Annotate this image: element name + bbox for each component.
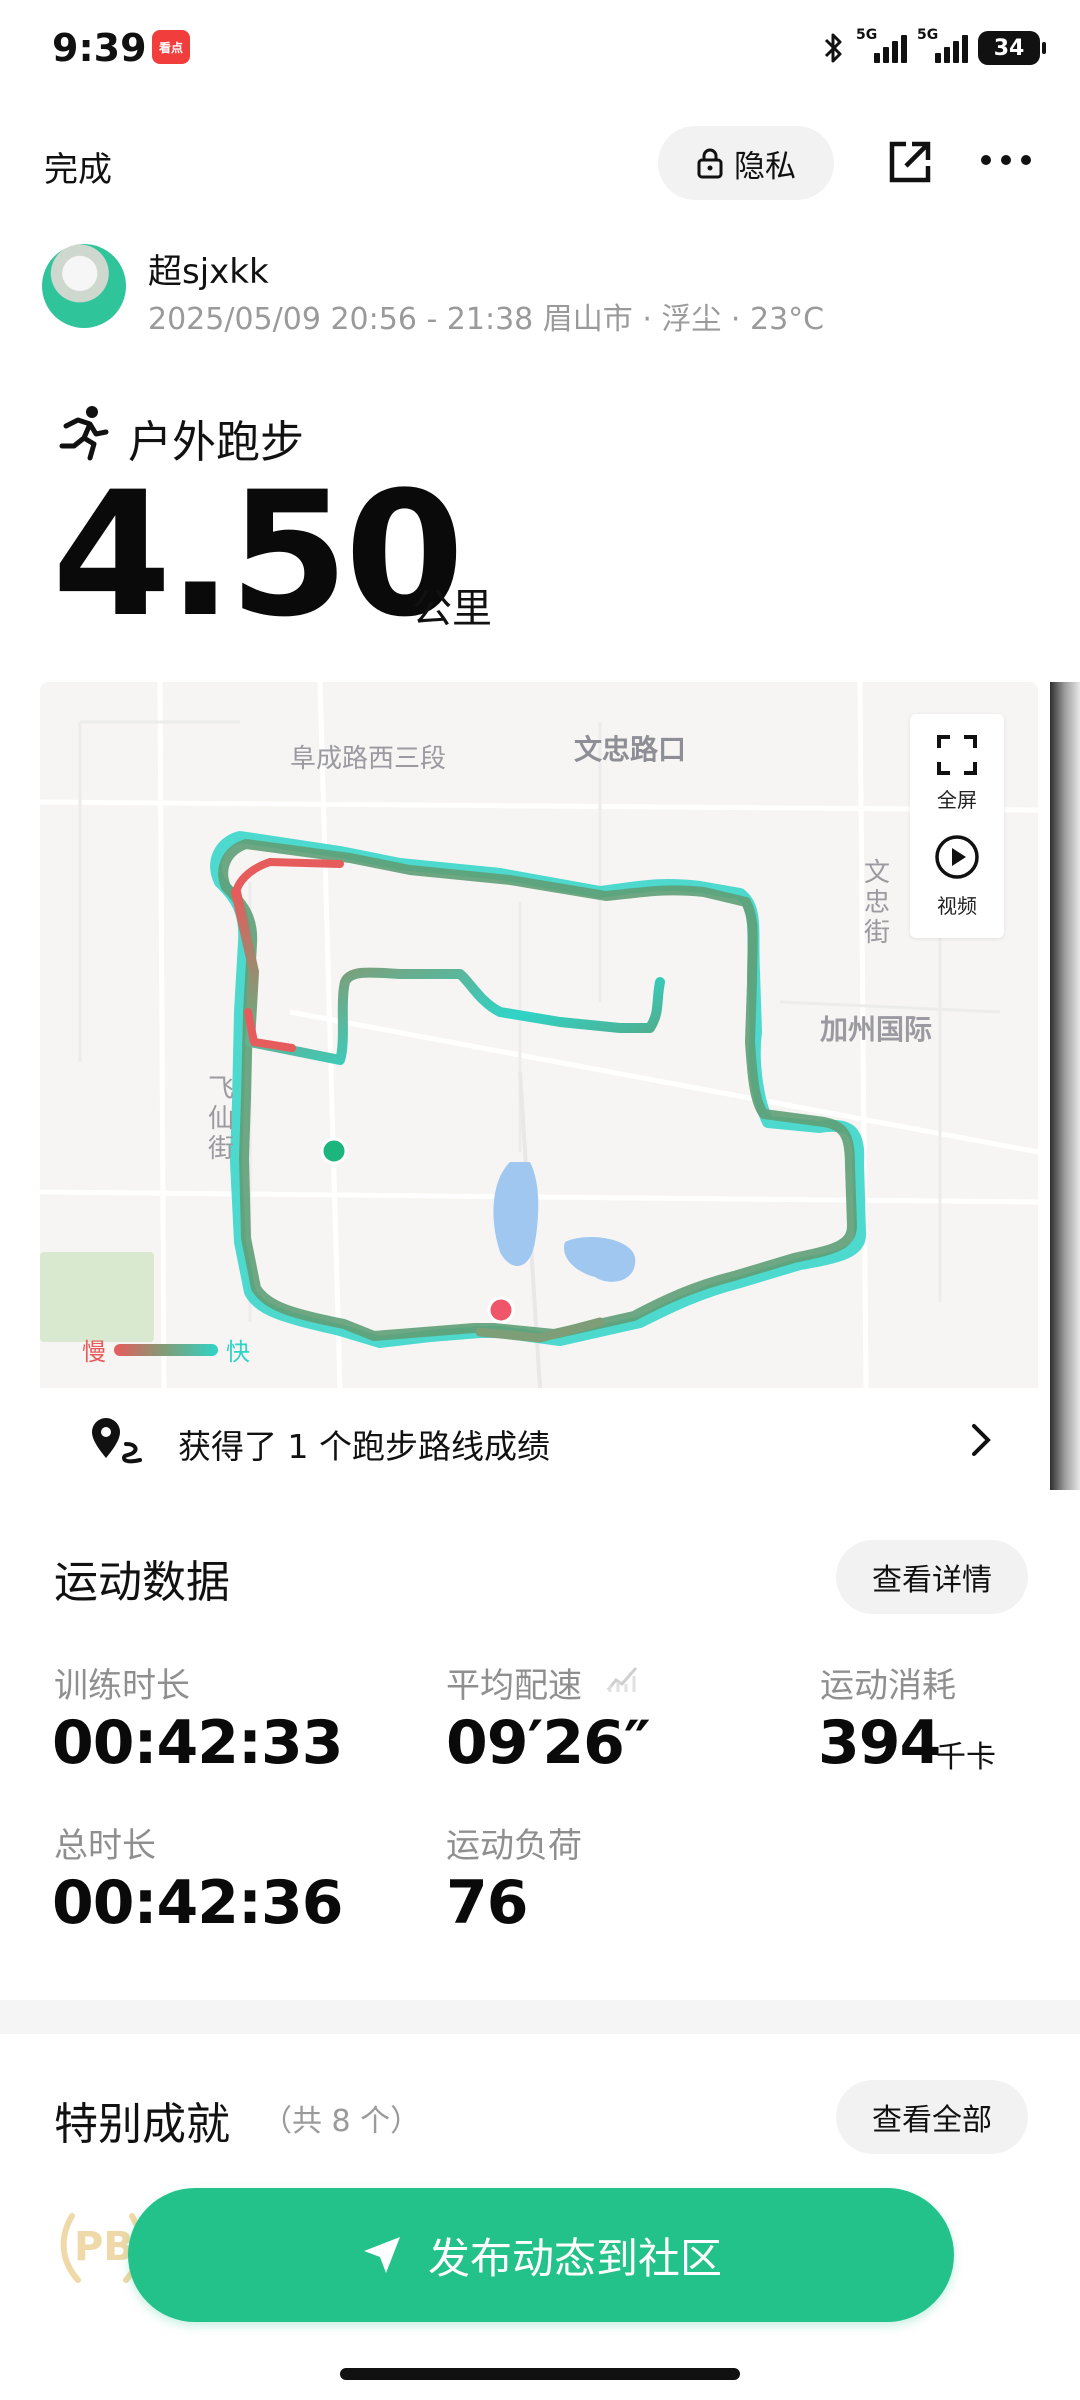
stat-unit: 千卡: [936, 1740, 996, 1775]
signal-icon-2: 5G: [917, 27, 968, 63]
legend-gradient: [114, 1343, 218, 1356]
distance-value: 4.50: [52, 454, 464, 655]
stat-label: 平均配速: [446, 1666, 582, 1706]
route-path: [210, 831, 867, 1348]
route-start-marker: [320, 1137, 348, 1165]
map-controls: 全屏 视频: [910, 714, 1004, 938]
map-label-street: 飞仙街: [208, 1074, 235, 1164]
done-button[interactable]: 完成: [44, 142, 112, 191]
lock-icon: [697, 148, 723, 179]
signal-label-2: 5G: [917, 27, 939, 43]
stat-label: 运动消耗: [820, 1666, 956, 1706]
status-time: 9:39: [52, 26, 147, 70]
username: 超sjxkk: [148, 252, 269, 292]
stat-label: 总时长: [54, 1826, 156, 1866]
stat-value: 394: [818, 1708, 941, 1778]
signal-icon: 5G: [856, 27, 907, 63]
publish-to-community-button[interactable]: 发布动态到社区: [128, 2188, 954, 2322]
route-end-marker: [487, 1296, 515, 1324]
more-icon[interactable]: [980, 150, 1032, 170]
pace-chart-icon: [606, 1667, 638, 1692]
route-achievement-text: 获得了 1 个跑步路线成绩: [178, 1427, 550, 1466]
map-label-street: 文忠街: [864, 858, 891, 948]
bluetooth-icon: [824, 33, 842, 63]
signal-label: 5G: [856, 27, 878, 43]
legend-slow: 慢: [82, 1338, 106, 1366]
privacy-label: 隐私: [734, 148, 796, 185]
lake: [564, 1237, 636, 1282]
lake: [493, 1162, 539, 1266]
legend-fast: 快: [226, 1338, 250, 1366]
privacy-button[interactable]: 隐私: [658, 126, 834, 200]
pb-badge-text: PB: [74, 2224, 134, 2270]
route-achievement-row[interactable]: 获得了 1 个跑步路线成绩: [40, 1388, 1038, 1490]
speed-legend: 慢 快: [82, 1332, 250, 1367]
play-icon: [935, 835, 979, 879]
stat-value: 00:42:33: [52, 1708, 343, 1778]
section-divider: [0, 2000, 1080, 2034]
video-label: 视频: [937, 894, 977, 918]
stats-title: 运动数据: [54, 1557, 230, 1608]
activity-meta: 2025/05/09 20:56 - 21:38 眉山市 · 浮尘 · 23°C: [148, 302, 825, 337]
map-label-area: 加州国际: [820, 1013, 933, 1046]
share-icon[interactable]: [886, 138, 934, 186]
stat-label: 运动负荷: [446, 1826, 582, 1866]
home-indicator[interactable]: [340, 2368, 740, 2380]
route-map[interactable]: 阜成路西三段 文忠路口 文忠街 加州国际 飞仙街 全屏 视频 慢 快 获得了 1…: [40, 682, 1038, 1490]
app-notification-icon: 看点: [152, 30, 190, 64]
route-pin-icon: [92, 1418, 142, 1464]
map-label-road: 文忠路口: [574, 733, 687, 766]
achievements-count: （共 8 个）: [262, 2104, 421, 2139]
distance-unit: 公里: [412, 586, 492, 632]
park-area: [40, 1252, 154, 1342]
battery-icon: 34: [978, 31, 1046, 65]
stat-label: 训练时长: [54, 1666, 190, 1706]
fullscreen-icon: [937, 735, 977, 775]
chevron-right-icon: [972, 1424, 991, 1456]
fullscreen-button[interactable]: 全屏: [910, 728, 1004, 818]
fullscreen-label: 全屏: [937, 788, 977, 812]
map-label-road: 阜成路西三段: [290, 744, 447, 774]
next-card-preview[interactable]: [1050, 682, 1080, 1490]
achievements-title: 特别成就: [54, 2099, 230, 2150]
video-button[interactable]: 视频: [910, 834, 1004, 924]
status-icons: 5G 5G 34: [822, 26, 1046, 70]
stat-value: 00:42:36: [52, 1868, 343, 1938]
send-icon: [363, 2237, 400, 2273]
stat-value: 09′26″: [446, 1708, 651, 1778]
stat-value: 76: [446, 1868, 528, 1938]
view-details-button[interactable]: 查看详情: [836, 1540, 1028, 1614]
view-all-button[interactable]: 查看全部: [836, 2080, 1028, 2154]
avatar[interactable]: [42, 244, 126, 328]
publish-label: 发布动态到社区: [427, 2233, 722, 2283]
